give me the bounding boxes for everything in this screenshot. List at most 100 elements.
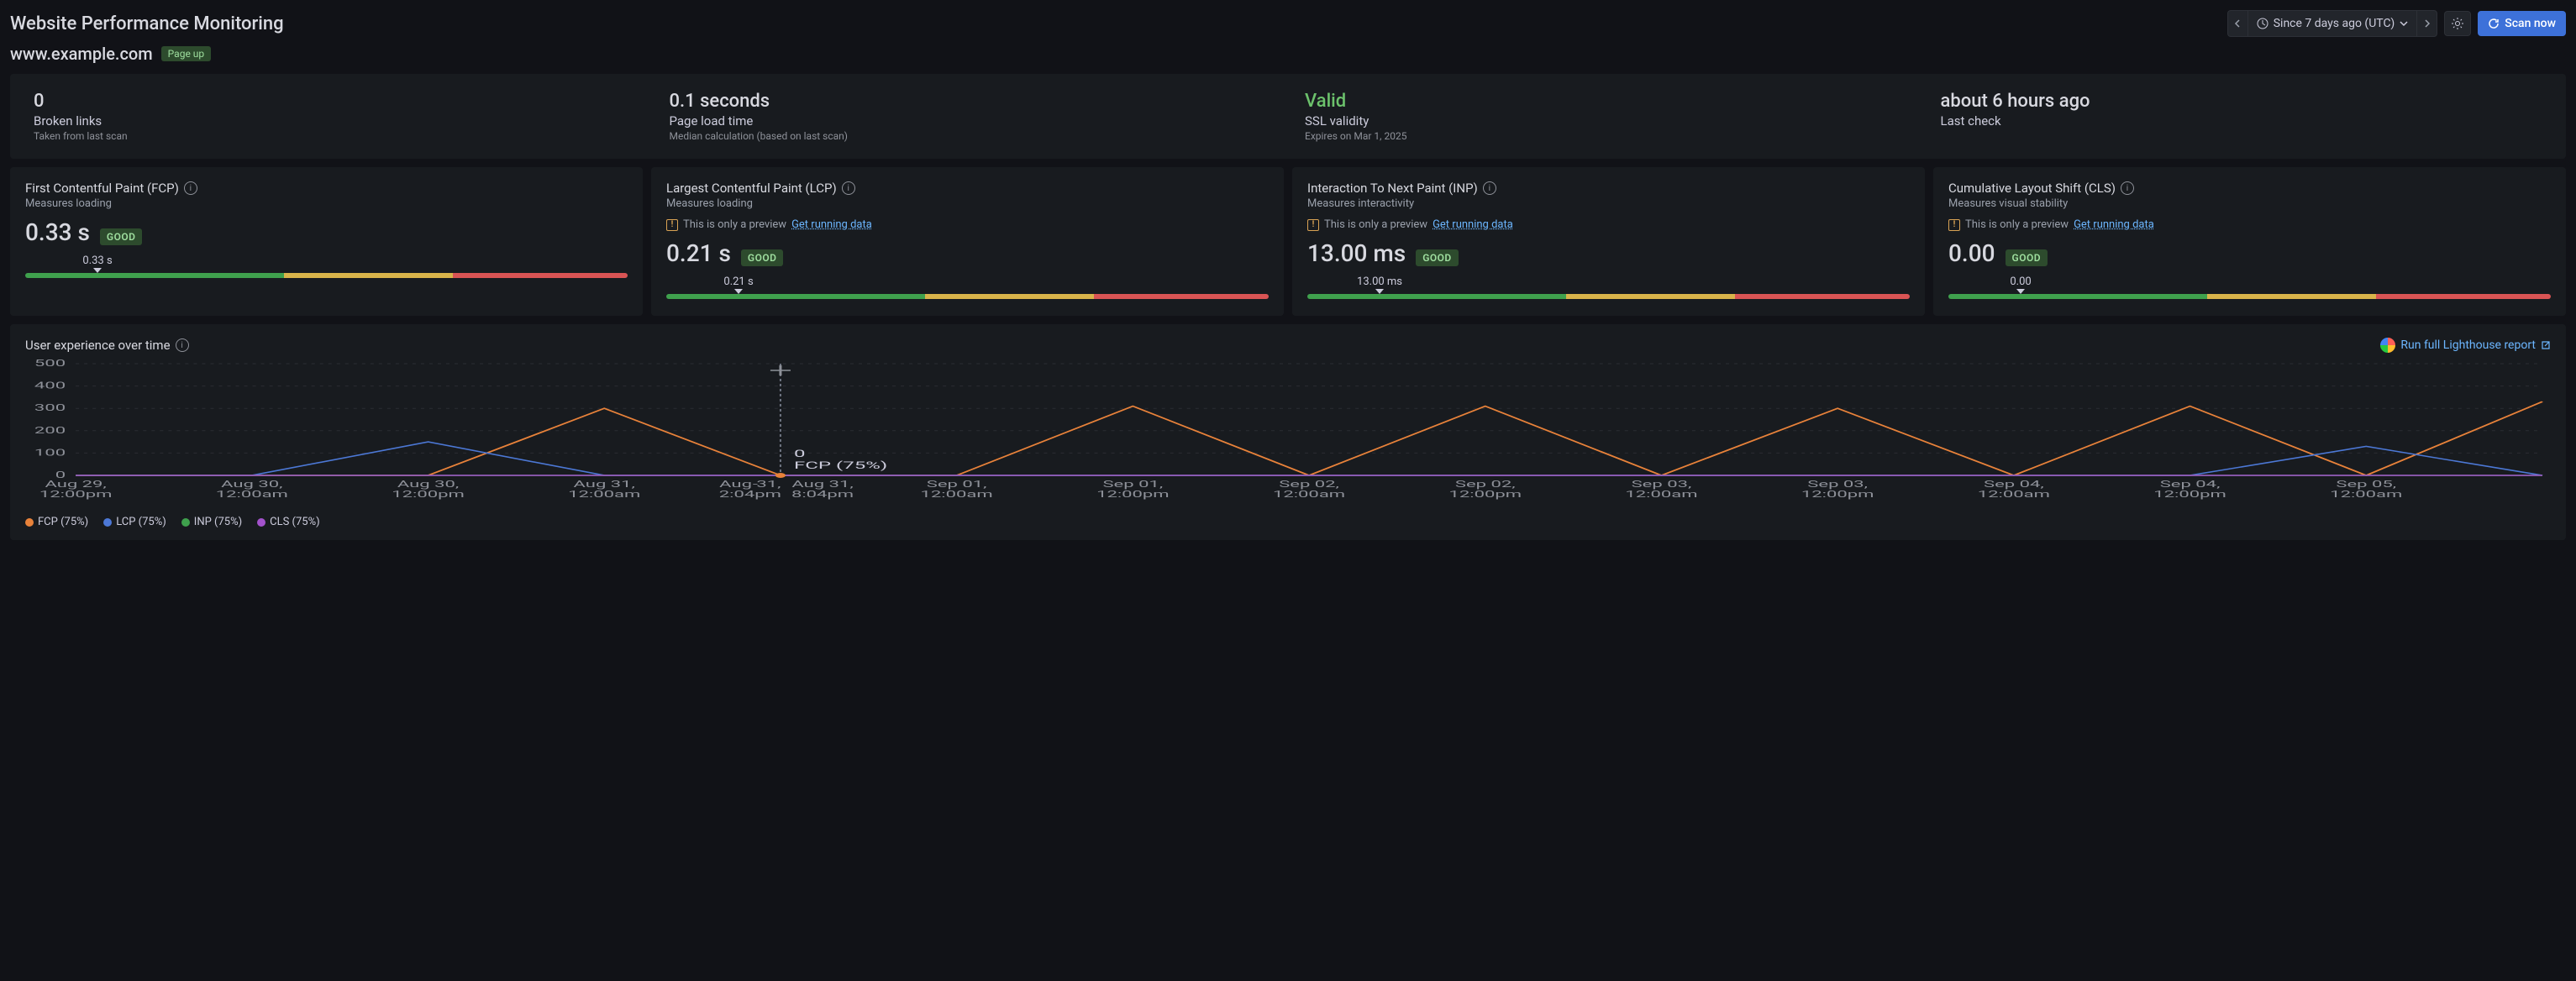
metric-subtitle: Measures loading [666,197,1269,210]
scan-now-button[interactable]: Scan now [2478,11,2566,36]
gauge-marker-label: 13.00 ms [1357,275,1402,288]
metric-subtitle: Measures loading [25,197,628,210]
gear-icon [2451,17,2464,30]
svg-text:12:00am: 12:00am [2330,490,2402,501]
legend-dot-icon [257,518,265,527]
svg-text:400: 400 [34,380,66,391]
lighthouse-link[interactable]: Run full Lighthouse report [2380,338,2551,353]
time-range-label[interactable]: Since 7 days ago (UTC) [2248,11,2417,36]
metric-gauge: 0.21 s [666,275,1269,299]
legend-dot-icon [103,518,112,527]
get-running-data-link[interactable]: Get running data [2074,218,2154,231]
svg-text:12:00pm: 12:00pm [1801,490,1874,501]
metric-title: Cumulative Layout Shift (CLS) [1948,181,2116,196]
gauge-marker-caret [734,289,743,294]
svg-text:12:00am: 12:00am [1625,490,1697,501]
svg-text:8:04pm: 8:04pm [791,490,854,501]
summary-last-check: about 6 hours ago Last check [1941,91,2543,142]
page-load-label: Page load time [670,113,1272,129]
svg-text:100: 100 [34,448,66,459]
svg-text:2:04pm: 2:04pm [719,490,781,501]
broken-links-value: 0 [34,91,636,112]
metric-gauge: 0.33 s [25,254,628,278]
warning-icon: ! [666,219,678,231]
broken-links-sub: Taken from last scan [34,130,636,142]
page-load-sub: Median calculation (based on last scan) [670,130,1272,142]
svg-text:Sep 04,: Sep 04, [2160,480,2221,490]
legend-label: LCP (75%) [116,516,166,528]
time-next-button[interactable] [2416,11,2437,36]
info-icon[interactable]: i [1483,181,1496,195]
svg-text:12:00am: 12:00am [568,490,640,501]
svg-text:Aug 31,: Aug 31, [791,480,853,490]
summary-broken-links: 0 Broken links Taken from last scan [34,91,636,142]
preview-notice: ! This is only a preview Get running dat… [1307,218,1910,231]
legend-item[interactable]: LCP (75%) [103,516,166,528]
svg-text:Sep 02,: Sep 02, [1279,480,1339,490]
metric-value: 0.21 s [666,239,731,267]
info-icon[interactable]: i [184,181,197,195]
page-status-badge: Page up [161,46,211,61]
svg-text:12:00pm: 12:00pm [39,490,113,501]
page-load-value: 0.1 seconds [670,91,1272,112]
ssl-sub: Expires on Mar 1, 2025 [1305,130,1907,142]
legend-item[interactable]: CLS (75%) [257,516,320,528]
gauge-marker-label: 0.33 s [82,254,112,267]
metric-subtitle: Measures interactivity [1307,197,1910,210]
info-icon[interactable]: i [842,181,855,195]
metric-badge: GOOD [100,228,143,245]
last-check-value: about 6 hours ago [1941,91,2543,112]
gauge-marker-caret [2016,289,2025,294]
svg-text:Aug 31,: Aug 31, [574,480,635,490]
summary-ssl: Valid SSL validity Expires on Mar 1, 202… [1305,91,1907,142]
svg-text:500: 500 [34,359,66,369]
external-link-icon [2541,340,2551,350]
svg-text:Aug 29,: Aug 29, [45,480,106,490]
preview-notice: ! This is only a preview Get running dat… [666,218,1269,231]
info-icon[interactable]: i [176,338,189,352]
svg-text:12:00pm: 12:00pm [392,490,465,501]
svg-text:Aug 30,: Aug 30, [397,480,459,490]
chart-title: User experience over time [25,338,171,353]
metric-title: Interaction To Next Paint (INP) [1307,181,1478,196]
ssl-value: Valid [1305,91,1907,112]
metric-card-inp: Interaction To Next Paint (INP) i Measur… [1292,167,1925,316]
svg-text:12:00am: 12:00am [1273,490,1345,501]
svg-text:Sep 03,: Sep 03, [1807,480,1868,490]
legend-item[interactable]: FCP (75%) [25,516,88,528]
svg-text:12:00am: 12:00am [1978,490,2050,501]
metric-badge: GOOD [741,249,784,266]
time-range-text: Since 7 days ago (UTC) [2274,17,2395,30]
settings-button[interactable] [2444,11,2471,36]
metric-badge: GOOD [1416,249,1459,266]
get-running-data-link[interactable]: Get running data [1433,218,1513,231]
chevron-down-icon [2400,20,2408,27]
legend-item[interactable]: INP (75%) [181,516,242,528]
preview-text: This is only a preview [1324,218,1427,231]
get-running-data-link[interactable]: Get running data [791,218,872,231]
svg-text:FCP (75%): FCP (75%) [794,459,887,472]
metric-card-cls: Cumulative Layout Shift (CLS) i Measures… [1933,167,2566,316]
warning-icon: ! [1948,219,1960,231]
metric-badge: GOOD [2006,249,2048,266]
preview-notice: ! This is only a preview Get running dat… [1948,218,2551,231]
time-range-picker[interactable]: Since 7 days ago (UTC) [2227,10,2438,37]
metric-value: 13.00 ms [1307,239,1406,267]
legend-label: INP (75%) [194,516,242,528]
svg-text:12:00pm: 12:00pm [2153,490,2226,501]
svg-text:300: 300 [34,403,66,414]
metric-subtitle: Measures visual stability [1948,197,2551,210]
scan-now-label: Scan now [2505,17,2556,30]
metric-value: 0.00 [1948,239,1995,267]
summary-page-load: 0.1 seconds Page load time Median calcul… [670,91,1272,142]
svg-text:Sep 01,: Sep 01, [1102,480,1163,490]
ux-chart[interactable]: 50040030020010000FCP (75%)Aug 29,12:00pm… [25,359,2551,511]
info-icon[interactable]: i [2121,181,2134,195]
legend-label: CLS (75%) [270,516,320,528]
gauge-marker-caret [93,268,102,273]
time-prev-button[interactable] [2228,11,2248,36]
broken-links-label: Broken links [34,113,636,129]
preview-text: This is only a preview [683,218,786,231]
summary-card: 0 Broken links Taken from last scan 0.1 … [10,74,2566,159]
refresh-icon [2488,18,2500,29]
